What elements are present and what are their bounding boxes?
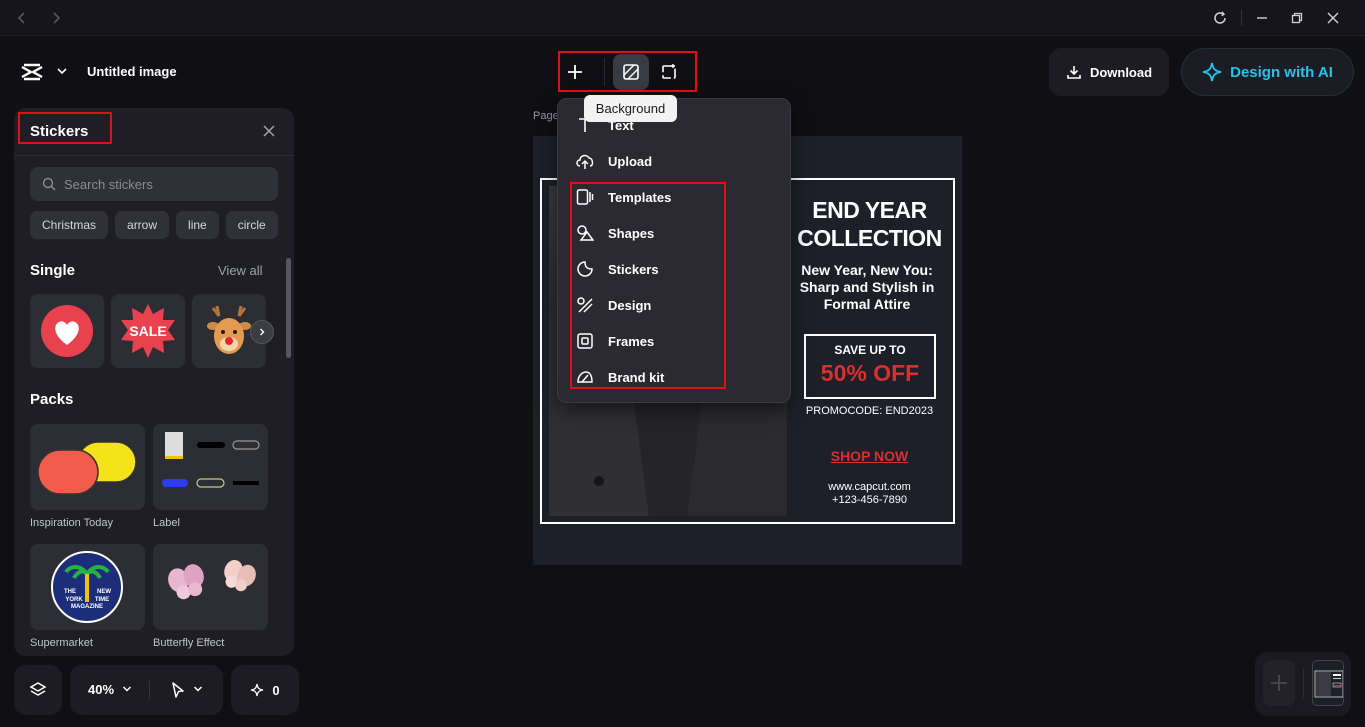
discount-text: 50% OFF — [820, 360, 920, 386]
chevron-right-icon[interactable] — [250, 320, 274, 344]
add-page-button[interactable] — [1263, 660, 1295, 706]
resize-button[interactable] — [651, 54, 687, 90]
menu-item-upload[interactable]: Upload — [574, 150, 652, 172]
zoom-level[interactable]: 40% — [88, 682, 114, 697]
zoom-divider — [149, 681, 150, 699]
download-button[interactable]: Download — [1049, 48, 1169, 96]
poster-heading[interactable]: END YEAR COLLECTION — [792, 196, 947, 252]
panel-title: Stickers — [30, 123, 89, 140]
pack-inspiration-today[interactable] — [30, 424, 145, 510]
heart-sticker[interactable] — [30, 294, 104, 368]
search-icon — [42, 177, 56, 191]
chip-arrow[interactable]: arrow — [115, 211, 170, 239]
pack-label-inspiration-today: Inspiration Today — [30, 517, 113, 529]
minimize-icon[interactable] — [1252, 8, 1272, 28]
pack-label-label: Label — [153, 517, 180, 529]
pointer-tool-icon[interactable] — [170, 681, 186, 699]
save-up-to-text: SAVE UP TO — [834, 343, 906, 357]
sale-sticker-text: SALE — [129, 323, 166, 339]
pack-label[interactable] — [153, 424, 268, 510]
chip-christmas[interactable]: Christmas — [30, 211, 109, 239]
poster-subheading[interactable]: New Year, New You: Sharp and Stylish in … — [792, 262, 942, 313]
zoom-controls: 40% — [70, 665, 223, 715]
titlebar-divider — [1241, 10, 1242, 26]
heading-line-2: COLLECTION — [797, 225, 942, 251]
page-thumbnail[interactable] — [1312, 660, 1344, 706]
website-text: www.capcut.com — [828, 481, 911, 493]
view-all-link[interactable]: View all — [218, 263, 263, 278]
chevron-down-icon[interactable] — [56, 66, 68, 76]
design-with-ai-button[interactable]: Design with AI — [1181, 48, 1354, 96]
download-label: Download — [1089, 64, 1153, 80]
document-title[interactable]: Untitled image — [87, 64, 177, 79]
ai-label: Design with AI — [1230, 63, 1333, 81]
pointer-chevron-icon[interactable] — [193, 685, 203, 693]
tag-chips: Christmas arrow line circle — [30, 211, 294, 239]
search-bar[interactable] — [30, 167, 278, 201]
sale-sticker[interactable]: SALE — [111, 294, 185, 368]
sparkle-icon — [250, 683, 264, 697]
menu-label-upload: Upload — [608, 153, 653, 169]
download-icon — [1066, 64, 1082, 80]
heading-line-1: END YEAR — [812, 197, 927, 223]
badge-text-new: NEW — [97, 589, 111, 595]
contact-info[interactable]: www.capcut.com +123-456-7890 — [792, 481, 947, 507]
pack-butterfly-effect[interactable] — [153, 544, 268, 630]
back-icon[interactable] — [12, 8, 32, 28]
badge-text-magazine: MAGAZINE — [71, 604, 103, 610]
sparkle-button[interactable]: 0 — [231, 665, 299, 715]
forward-icon[interactable] — [46, 8, 66, 28]
upload-icon — [574, 150, 596, 172]
phone-text: +123-456-7890 — [832, 494, 907, 506]
page-label: Page — [533, 110, 559, 122]
close-window-icon[interactable] — [1323, 8, 1343, 28]
promocode-text[interactable]: PROMOCODE: END2023 — [792, 405, 947, 417]
toolbar-divider — [604, 58, 605, 86]
sub-line-2: Sharp and Stylish in — [799, 279, 935, 295]
pack-label-butterfly-effect: Butterfly Effect — [153, 637, 225, 649]
chip-line[interactable]: line — [176, 211, 219, 239]
close-icon[interactable] — [262, 124, 276, 138]
add-element-button[interactable] — [557, 54, 593, 90]
badge-text-york: YORK — [65, 597, 83, 603]
refresh-icon[interactable] — [1210, 8, 1230, 28]
chip-circle[interactable]: circle — [225, 211, 278, 239]
stickers-panel: Stickers Christmas arrow line circle Sin… — [14, 108, 294, 656]
panel-divider — [14, 155, 294, 156]
badge-text-the: THE — [64, 589, 76, 595]
background-button[interactable] — [613, 54, 649, 90]
badge-text-time: TIME — [95, 597, 109, 603]
pages-divider — [1303, 668, 1304, 698]
layers-icon — [29, 681, 47, 699]
title-bar — [0, 0, 1365, 36]
sub-line-3: Formal Attire — [823, 296, 911, 312]
packs-section-title: Packs — [30, 391, 74, 408]
plus-icon — [1269, 673, 1289, 693]
zoom-chevron-icon[interactable] — [122, 685, 132, 693]
pack-supermarket[interactable]: THE NEW YORK TIME MAGAZINE — [30, 544, 145, 630]
menu-highlight — [570, 182, 726, 389]
single-section-title: Single — [30, 262, 76, 279]
restore-icon[interactable] — [1287, 8, 1307, 28]
capcut-logo-icon[interactable] — [18, 58, 46, 86]
ai-sparkle-icon — [1202, 62, 1222, 82]
background-tooltip: Background — [584, 95, 677, 122]
shop-now-text[interactable]: SHOP NOW — [792, 448, 947, 464]
panel-scrollbar[interactable] — [286, 258, 291, 358]
pack-label-supermarket: Supermarket — [30, 637, 93, 649]
sub-line-1: New Year, New You: — [801, 262, 933, 278]
sparkle-count: 0 — [272, 682, 280, 698]
layers-button[interactable] — [14, 665, 62, 715]
search-input[interactable] — [64, 176, 264, 192]
